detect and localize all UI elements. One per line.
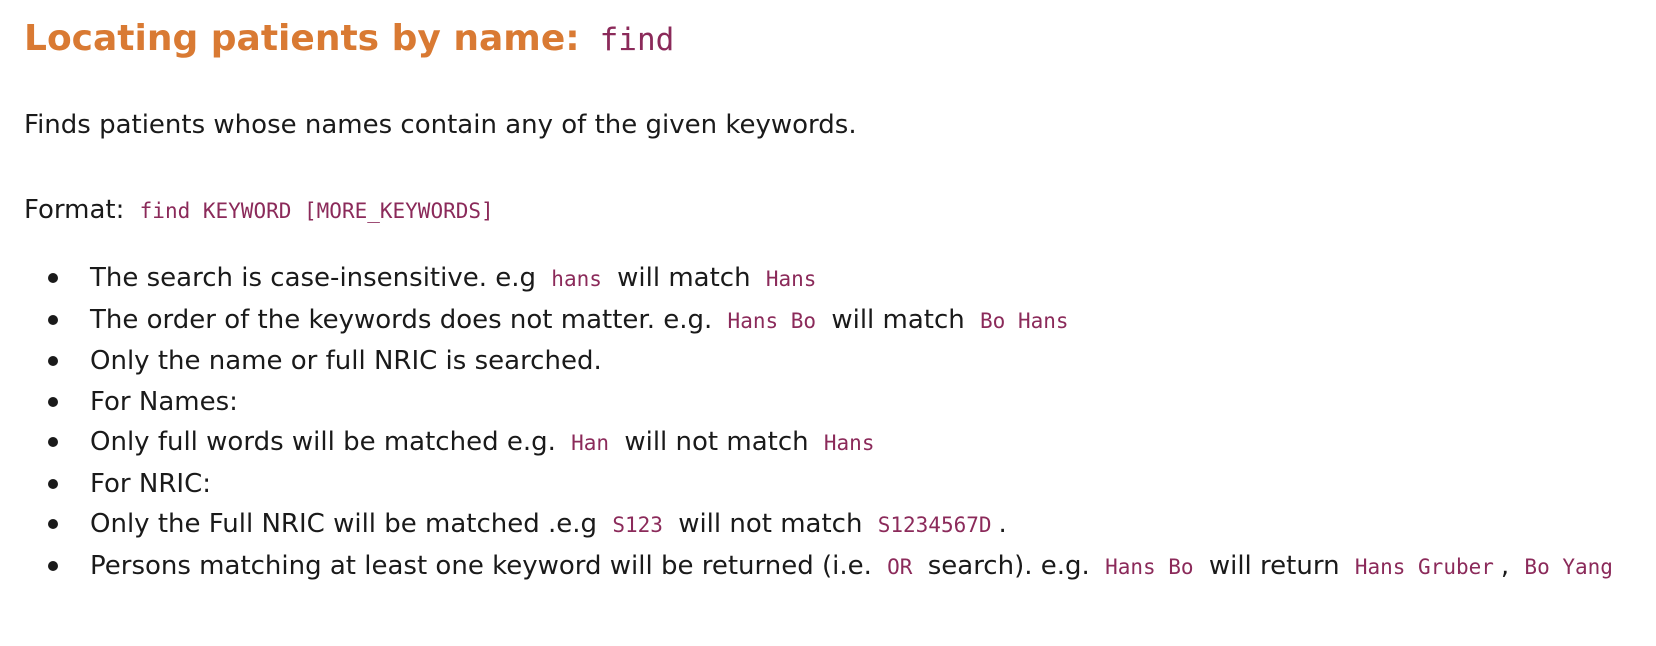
format-syntax-code: find KEYWORD [MORE_KEYWORDS] bbox=[139, 199, 494, 223]
bullet-dot-icon bbox=[48, 396, 58, 407]
inline-code: hans bbox=[551, 267, 602, 291]
list-item: Only the name or full NRIC is searched. bbox=[24, 345, 1620, 377]
inline-code: Bo Yang bbox=[1524, 554, 1613, 579]
bullet-dot-icon bbox=[48, 437, 58, 447]
bullet-dot-icon bbox=[48, 273, 58, 283]
inline-code: S123 bbox=[612, 513, 663, 537]
heading-text: Locating patients by name: bbox=[24, 18, 580, 59]
inline-code: Hans Gruber bbox=[1354, 554, 1494, 579]
bullet-dot-icon bbox=[48, 560, 58, 571]
inline-code: Hans Bo bbox=[1105, 554, 1194, 579]
heading-command-code: find bbox=[599, 22, 675, 58]
inline-code: Bo Hans bbox=[980, 308, 1069, 333]
bullet-dot-icon bbox=[48, 356, 58, 366]
list-item: For NRIC: bbox=[24, 468, 1620, 500]
format-label: Format: bbox=[24, 195, 125, 225]
list-item: Persons matching at least one keyword wi… bbox=[24, 550, 1620, 583]
list-item: Only the Full NRIC will be matched .e.g … bbox=[24, 508, 1620, 541]
inline-code: Han bbox=[571, 431, 610, 455]
inline-code: Hans bbox=[823, 431, 875, 455]
bullet-dot-icon bbox=[48, 478, 58, 489]
inline-code: Hans Bo bbox=[727, 308, 817, 333]
bullet-dot-icon bbox=[48, 314, 58, 325]
list-item: The search is case-insensitive. e.g hans… bbox=[24, 262, 1620, 295]
inline-code: S1234567D bbox=[877, 513, 992, 537]
inline-code: Hans bbox=[765, 267, 817, 291]
section-description: Finds patients whose names contain any o… bbox=[24, 110, 857, 140]
list-item: For Names: bbox=[24, 386, 1620, 418]
format-line: Format: find KEYWORD [MORE_KEYWORDS] bbox=[24, 195, 501, 225]
section-heading: Locating patients by name: find bbox=[24, 18, 674, 59]
notes-list: The search is case-insensitive. e.g hans… bbox=[24, 262, 1620, 591]
inline-code: OR bbox=[887, 554, 913, 579]
list-item: The order of the keywords does not matte… bbox=[24, 304, 1620, 337]
bullet-dot-icon bbox=[48, 519, 58, 529]
list-item: Only full words will be matched e.g. Han… bbox=[24, 426, 1620, 459]
